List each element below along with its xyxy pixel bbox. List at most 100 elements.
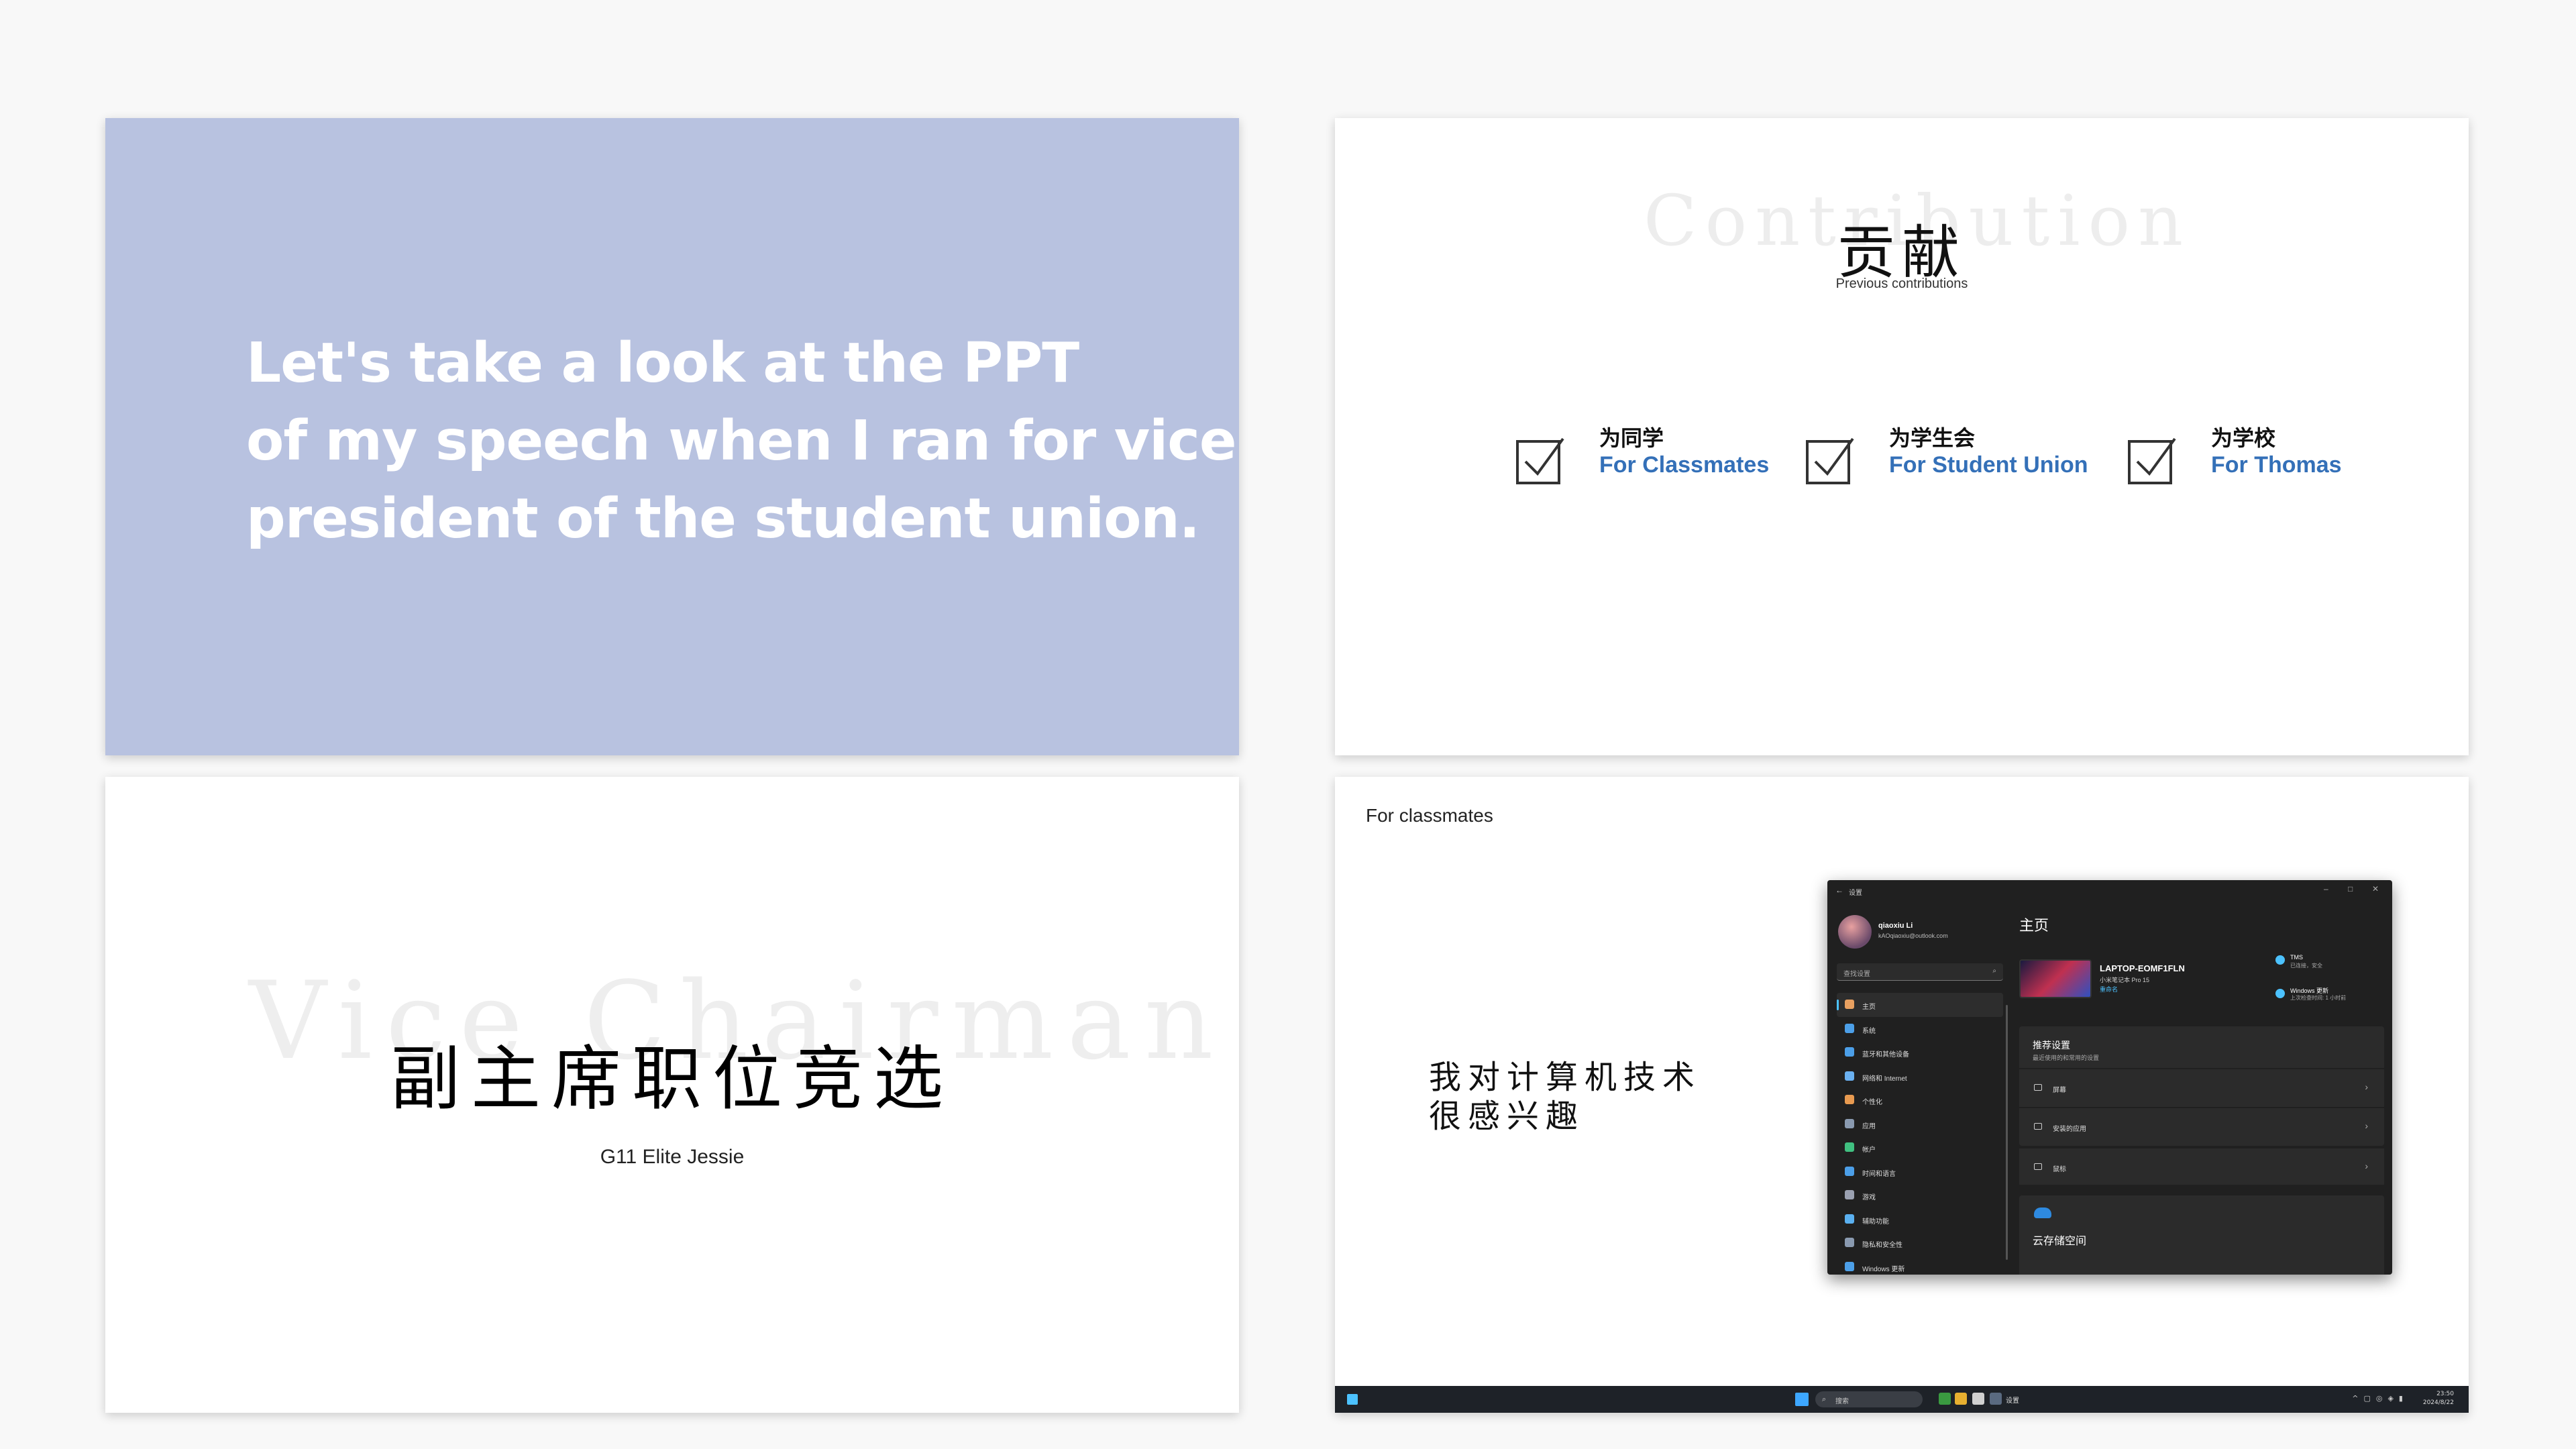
maximize-icon[interactable]: □ bbox=[2348, 884, 2353, 894]
back-arrow-icon[interactable]: ← bbox=[1835, 885, 1843, 895]
settings-nav: 主页 系统 蓝牙和其他设备 网络和 Internet 个性化 应用 帐户 时间和… bbox=[1837, 993, 2003, 1275]
row-label: 安装的应用 bbox=[2053, 1126, 2086, 1133]
card-subtitle: 最近使用的和常用的设置 bbox=[2033, 1055, 2100, 1061]
nav-item-time-language[interactable]: 时间和语言 bbox=[1837, 1160, 2003, 1184]
rename-link[interactable]: 重命名 bbox=[2100, 985, 2118, 994]
contribution-zh: 为学生会 bbox=[1889, 425, 1976, 451]
wifi-icon bbox=[1845, 1071, 1854, 1081]
monitor-icon bbox=[1845, 1023, 1854, 1033]
settings-gear-icon[interactable] bbox=[1990, 1393, 2002, 1405]
app-icon[interactable] bbox=[1955, 1393, 1967, 1405]
wifi-icon bbox=[2275, 955, 2285, 965]
row-label: 鼠标 bbox=[2053, 1166, 2066, 1173]
settings-window-screenshot: ← 设置 – □ ✕ qiaoxiu Li kAOqiaoxiu@outlook… bbox=[1827, 880, 2392, 1275]
search-icon: ⌕ bbox=[1822, 1395, 1827, 1403]
title-bar: ← 设置 – □ ✕ bbox=[1827, 880, 2392, 900]
tile-title[interactable]: TMS bbox=[2290, 954, 2303, 961]
gamepad-icon bbox=[1845, 1190, 1854, 1199]
globe-icon bbox=[1845, 1166, 1854, 1176]
nav-label: 辅助功能 bbox=[1862, 1218, 1889, 1226]
nav-item-apps[interactable]: 应用 bbox=[1837, 1112, 2003, 1136]
card-title: 推荐设置 bbox=[2033, 1040, 2070, 1051]
nav-item-home[interactable]: 主页 bbox=[1837, 993, 2003, 1017]
search-icon: ⌕ bbox=[1992, 967, 1996, 975]
nav-label: 应用 bbox=[1862, 1122, 1876, 1130]
nav-item-system[interactable]: 系统 bbox=[1837, 1017, 2003, 1041]
nav-item-accessibility[interactable]: 辅助功能 bbox=[1837, 1208, 2003, 1232]
cloud-storage-card[interactable]: 云存储空间 bbox=[2019, 1195, 2384, 1275]
widgets-icon[interactable] bbox=[1347, 1394, 1358, 1405]
clock-time: 23:50 bbox=[2436, 1391, 2454, 1397]
bluetooth-icon bbox=[1845, 1047, 1854, 1057]
chevron-right-icon: › bbox=[2365, 1161, 2368, 1171]
checkbox-check-icon bbox=[1516, 437, 1564, 484]
slide-for-classmates[interactable]: For classmates 我对计算机技术 很感兴趣 ← 设置 – □ ✕ q… bbox=[1335, 777, 2469, 1413]
screen-icon bbox=[2034, 1084, 2042, 1091]
shield-icon bbox=[1845, 1238, 1854, 1247]
file-explorer-icon[interactable] bbox=[1972, 1393, 1984, 1405]
row-installed-apps[interactable]: 安装的应用 › bbox=[2019, 1107, 2384, 1144]
close-icon[interactable]: ✕ bbox=[2372, 884, 2379, 894]
brush-icon bbox=[1845, 1095, 1854, 1104]
device-image bbox=[2019, 959, 2092, 998]
slide-intro[interactable]: Let's take a look at the PPT of my speec… bbox=[105, 118, 1239, 755]
slide-text-line-2: 很感兴趣 bbox=[1429, 1097, 1585, 1135]
tile-subtitle: 已连接，安全 bbox=[2290, 963, 2322, 969]
nav-label: 个性化 bbox=[1862, 1099, 1882, 1106]
contribution-zh: 为同学 bbox=[1599, 425, 1664, 451]
row-display[interactable]: 屏幕 › bbox=[2019, 1068, 2384, 1106]
user-name: qiaoxiu Li bbox=[1878, 922, 1913, 930]
settings-search-input[interactable]: 查找设置 ⌕ bbox=[1837, 963, 2003, 981]
slide-subtitle: Previous contributions bbox=[1835, 276, 1968, 291]
device-model: 小米笔记本 Pro 15 bbox=[2100, 977, 2150, 983]
contribution-en: For Thomas bbox=[2211, 452, 2342, 478]
tile-subtitle: 上次检查时间: 1 小时前 bbox=[2290, 995, 2347, 1001]
system-tray-icons[interactable]: ^▢◎◈▮ bbox=[2352, 1394, 2408, 1403]
slide-title: 副主席职位竞选 bbox=[390, 1038, 954, 1120]
search-label: 搜索 bbox=[1835, 1398, 1849, 1405]
nav-label: 系统 bbox=[1862, 1027, 1876, 1035]
taskbar-settings-label: 设置 bbox=[2006, 1397, 2019, 1405]
row-label: 屏幕 bbox=[2053, 1087, 2066, 1094]
contribution-zh: 为学校 bbox=[2211, 425, 2276, 451]
nav-label: 时间和语言 bbox=[1862, 1170, 1896, 1178]
nav-label: 帐户 bbox=[1862, 1146, 1876, 1154]
app-icon[interactable] bbox=[1939, 1393, 1951, 1405]
nav-label: 蓝牙和其他设备 bbox=[1862, 1051, 1909, 1059]
contribution-en: For Classmates bbox=[1599, 452, 1770, 478]
nav-item-windows-update[interactable]: Windows 更新 bbox=[1837, 1255, 2003, 1275]
nav-label: 游戏 bbox=[1862, 1194, 1876, 1201]
nav-item-accounts[interactable]: 帐户 bbox=[1837, 1136, 2003, 1160]
nav-label: 网络和 Internet bbox=[1862, 1075, 1907, 1083]
nav-item-gaming[interactable]: 游戏 bbox=[1837, 1183, 2003, 1208]
row-mouse[interactable]: 鼠标 › bbox=[2019, 1147, 2384, 1185]
cloud-icon bbox=[2034, 1208, 2051, 1218]
window-title: 设置 bbox=[1849, 890, 1862, 897]
avatar[interactable] bbox=[1838, 915, 1872, 949]
slide-contribution[interactable]: Contribution 贡献 Previous contributions 为… bbox=[1335, 118, 2469, 755]
intro-line-2: of my speech when I ran for vice bbox=[246, 409, 1236, 473]
minimize-icon[interactable]: – bbox=[2324, 884, 2328, 894]
nav-scrollbar[interactable] bbox=[2006, 1005, 2008, 1260]
nav-label: 主页 bbox=[1862, 1004, 1876, 1011]
nav-item-network[interactable]: 网络和 Internet bbox=[1837, 1065, 2003, 1089]
slide-title-page[interactable]: Vice Chairman 副主席职位竞选 G11 Elite Jessie bbox=[105, 777, 1239, 1413]
nav-item-bluetooth[interactable]: 蓝牙和其他设备 bbox=[1837, 1040, 2003, 1065]
taskbar: ⌕ 搜索 设置 ^▢◎◈▮ 23:50 2024/8/22 bbox=[1335, 1386, 2469, 1413]
recommended-settings-card: 推荐设置 最近使用的和常用的设置 屏幕 › 安装的应用 › bbox=[2019, 1026, 2384, 1146]
home-icon bbox=[1845, 1000, 1854, 1009]
update-icon bbox=[2275, 989, 2285, 998]
contribution-en: For Student Union bbox=[1889, 452, 2088, 478]
nav-item-privacy[interactable]: 隐私和安全性 bbox=[1837, 1231, 2003, 1255]
checkbox-check-icon bbox=[1806, 437, 1854, 484]
user-email: kAOqiaoxiu@outlook.com bbox=[1878, 932, 1948, 939]
search-placeholder: 查找设置 bbox=[1843, 971, 1870, 978]
clock[interactable]: 23:50 2024/8/22 bbox=[2423, 1390, 2454, 1407]
update-icon bbox=[1845, 1261, 1854, 1271]
start-button[interactable] bbox=[1795, 1393, 1809, 1406]
taskbar-search[interactable]: ⌕ 搜索 bbox=[1815, 1391, 1923, 1407]
device-name: LAPTOP-EOMF1FLN bbox=[2100, 963, 2185, 973]
chevron-right-icon: › bbox=[2365, 1120, 2368, 1131]
accessibility-icon bbox=[1845, 1214, 1854, 1224]
nav-item-personalization[interactable]: 个性化 bbox=[1837, 1088, 2003, 1112]
